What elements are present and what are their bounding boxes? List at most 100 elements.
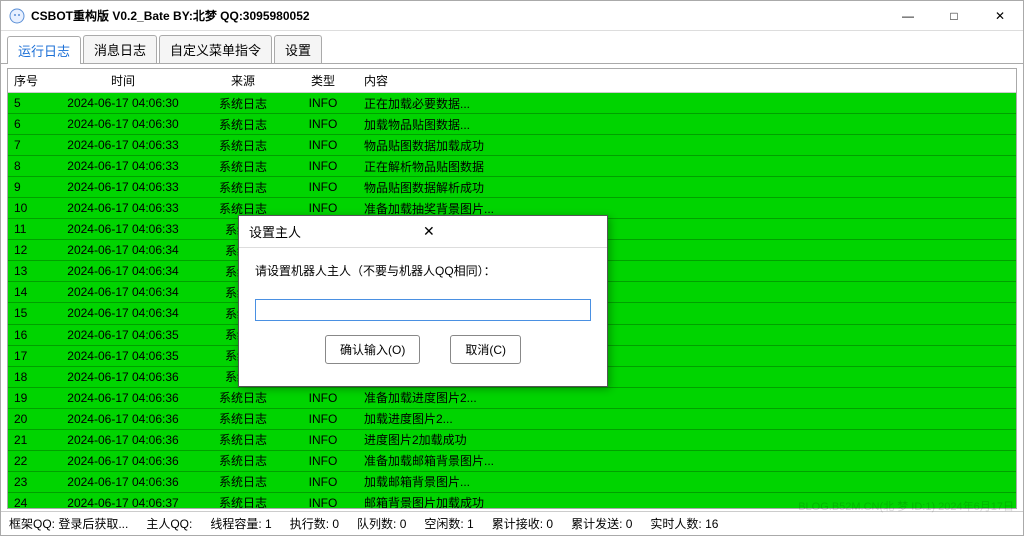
cell-time: 2024-06-17 04:06:36 (48, 451, 198, 471)
status-masterqq: 主人QQ: (146, 515, 192, 532)
cell-content: 物品贴图数据解析成功 (358, 176, 1016, 199)
col-source: 来源 (198, 69, 288, 92)
close-button[interactable]: ✕ (977, 1, 1023, 31)
status-threadcap: 线程容量: 1 (210, 515, 271, 532)
cell-time: 2024-06-17 04:06:33 (48, 198, 198, 218)
cell-time: 2024-06-17 04:06:36 (48, 409, 198, 429)
cell-seq: 16 (8, 325, 48, 345)
table-row[interactable]: 82024-06-17 04:06:33系统日志INFO正在解析物品贴图数据 (8, 156, 1016, 177)
cell-type: INFO (288, 93, 358, 113)
cell-source: 系统日志 (198, 428, 288, 451)
table-row[interactable]: 242024-06-17 04:06:37系统日志INFO邮箱背景图片加载成功 (8, 493, 1016, 508)
cell-seq: 19 (8, 388, 48, 408)
table-row[interactable]: 52024-06-17 04:06:30系统日志INFO正在加载必要数据... (8, 93, 1016, 114)
cell-seq: 20 (8, 409, 48, 429)
master-qq-input[interactable] (255, 299, 591, 321)
cell-seq: 10 (8, 198, 48, 218)
cell-time: 2024-06-17 04:06:33 (48, 219, 198, 239)
cell-seq: 12 (8, 240, 48, 260)
status-frameqq: 框架QQ: 登录后获取... (9, 515, 128, 532)
cell-type: INFO (288, 472, 358, 492)
cell-content: 进度图片2加载成功 (358, 428, 1016, 451)
col-time: 时间 (48, 69, 198, 92)
cell-source: 系统日志 (198, 113, 288, 136)
table-header: 序号 时间 来源 类型 内容 (8, 69, 1016, 93)
status-exec: 执行数: 0 (290, 515, 339, 532)
dialog-close-icon[interactable]: ✕ (423, 223, 597, 240)
app-icon (9, 8, 25, 24)
confirm-button[interactable]: 确认输入(O) (325, 335, 420, 364)
tab-2[interactable]: 自定义菜单指令 (159, 35, 272, 63)
dialog-buttons: 确认输入(O) 取消(C) (255, 321, 591, 376)
cancel-button[interactable]: 取消(C) (450, 335, 521, 364)
cell-type: INFO (288, 493, 358, 508)
table-row[interactable]: 62024-06-17 04:06:30系统日志INFO加载物品贴图数据... (8, 114, 1016, 135)
table-row[interactable]: 92024-06-17 04:06:33系统日志INFO物品贴图数据解析成功 (8, 177, 1016, 198)
tab-1[interactable]: 消息日志 (83, 35, 157, 63)
cell-time: 2024-06-17 04:06:34 (48, 261, 198, 281)
table-row[interactable]: 72024-06-17 04:06:33系统日志INFO物品贴图数据加载成功 (8, 135, 1016, 156)
table-row[interactable]: 202024-06-17 04:06:36系统日志INFO加载进度图片2... (8, 409, 1016, 430)
set-master-dialog: 设置主人 ✕ 请设置机器人主人（不要与机器人QQ相同）： 确认输入(O) 取消(… (238, 215, 608, 387)
cell-type: INFO (288, 156, 358, 176)
cell-content: 正在解析物品贴图数据 (358, 155, 1016, 178)
cell-seq: 18 (8, 367, 48, 387)
cell-time: 2024-06-17 04:06:36 (48, 367, 198, 387)
cell-seq: 17 (8, 346, 48, 366)
window-buttons: — □ ✕ (885, 1, 1023, 31)
cell-seq: 14 (8, 282, 48, 302)
cell-type: INFO (288, 409, 358, 429)
cell-source: 系统日志 (198, 93, 288, 115)
cell-time: 2024-06-17 04:06:33 (48, 156, 198, 176)
cell-time: 2024-06-17 04:06:34 (48, 282, 198, 302)
cell-time: 2024-06-17 04:06:34 (48, 240, 198, 260)
cell-time: 2024-06-17 04:06:36 (48, 388, 198, 408)
cell-type: INFO (288, 114, 358, 134)
cell-time: 2024-06-17 04:06:34 (48, 303, 198, 323)
col-seq: 序号 (8, 69, 48, 92)
cell-time: 2024-06-17 04:06:33 (48, 177, 198, 197)
cell-time: 2024-06-17 04:06:30 (48, 114, 198, 134)
cell-content: 加载物品贴图数据... (358, 113, 1016, 136)
cell-content: 准备加载进度图片2... (358, 386, 1016, 409)
dialog-title: 设置主人 (249, 222, 423, 241)
col-type: 类型 (288, 69, 358, 92)
window-title: CSBOT重构版 V0.2_Bate BY:北梦 QQ:3095980052 (31, 7, 885, 24)
cell-time: 2024-06-17 04:06:33 (48, 135, 198, 155)
cell-source: 系统日志 (198, 155, 288, 178)
table-row[interactable]: 232024-06-17 04:06:36系统日志INFO加载邮箱背景图片... (8, 472, 1016, 493)
cell-seq: 8 (8, 156, 48, 176)
cell-seq: 6 (8, 114, 48, 134)
cell-source: 系统日志 (198, 386, 288, 409)
cell-source: 系统日志 (198, 491, 288, 508)
dialog-body: 请设置机器人主人（不要与机器人QQ相同）： 确认输入(O) 取消(C) (239, 248, 607, 386)
cell-source: 系统日志 (198, 407, 288, 430)
cell-seq: 9 (8, 177, 48, 197)
status-idle: 空闲数: 1 (424, 515, 473, 532)
cell-source: 系统日志 (198, 470, 288, 493)
cell-time: 2024-06-17 04:06:37 (48, 493, 198, 508)
cell-type: INFO (288, 451, 358, 471)
tab-3[interactable]: 设置 (274, 35, 322, 63)
cell-time: 2024-06-17 04:06:30 (48, 93, 198, 113)
cell-seq: 13 (8, 261, 48, 281)
cell-content: 邮箱背景图片加载成功 (358, 491, 1016, 508)
cell-seq: 15 (8, 303, 48, 323)
table-row[interactable]: 222024-06-17 04:06:36系统日志INFO准备加载邮箱背景图片.… (8, 451, 1016, 472)
tab-0[interactable]: 运行日志 (7, 36, 81, 64)
cell-time: 2024-06-17 04:06:36 (48, 430, 198, 450)
table-row[interactable]: 212024-06-17 04:06:36系统日志INFO进度图片2加载成功 (8, 430, 1016, 451)
cell-type: INFO (288, 430, 358, 450)
minimize-button[interactable]: — (885, 1, 931, 31)
dialog-message: 请设置机器人主人（不要与机器人QQ相同）： (255, 262, 591, 279)
titlebar: CSBOT重构版 V0.2_Bate BY:北梦 QQ:3095980052 —… (1, 1, 1023, 31)
col-content: 内容 (358, 69, 1016, 92)
cell-content: 物品贴图数据加载成功 (358, 134, 1016, 157)
maximize-button[interactable]: □ (931, 1, 977, 31)
cell-content: 加载进度图片2... (358, 407, 1016, 430)
cell-seq: 21 (8, 430, 48, 450)
cell-seq: 24 (8, 493, 48, 508)
cell-time: 2024-06-17 04:06:35 (48, 346, 198, 366)
cell-type: INFO (288, 135, 358, 155)
table-row[interactable]: 192024-06-17 04:06:36系统日志INFO准备加载进度图片2..… (8, 388, 1016, 409)
